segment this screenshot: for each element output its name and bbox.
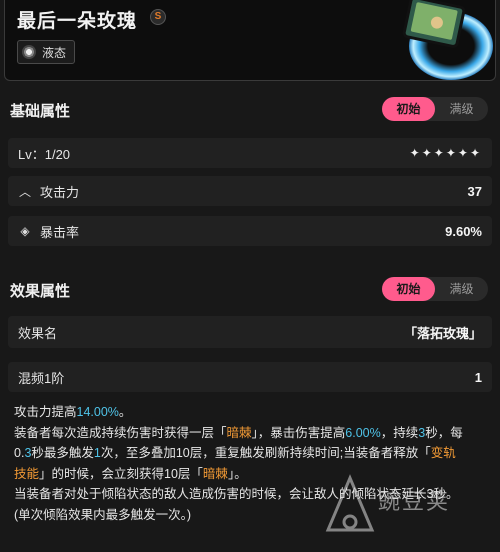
stat-label: 攻击力: [40, 184, 80, 200]
chevron-up-icon: ︿: [18, 184, 31, 199]
effect-attributes-title: 效果属性: [10, 283, 71, 300]
effect-level-toggle[interactable]: 初始 满级: [382, 277, 488, 301]
watermark-logo-icon: [325, 474, 375, 532]
rank-s-icon: S: [150, 9, 166, 25]
base-attributes-header: 基础属性 初始 满级: [0, 92, 500, 126]
effect-attributes-header: 效果属性 初始 满级: [0, 272, 500, 306]
effect-tier-value: 1: [474, 369, 482, 385]
effect-tier-label: 混频1阶: [18, 370, 65, 386]
crit-target-icon: ◈: [20, 224, 30, 238]
attribute-tag: 液态: [17, 40, 76, 64]
desc-line: 装备者每次造成持续伤害时获得一层「暗棘」，暴击伤害提高6.00%，持续3秒，每: [14, 425, 463, 440]
effect-name-row: 效果名 「落拓玫瑰」: [8, 316, 492, 348]
attribute-tag-label: 液态: [42, 45, 67, 60]
desc-line: 0.3秒最多触发1次，至多叠加10层，重复触发刷新持续时间;当装备者释放「变轨: [14, 446, 456, 460]
base-toggle-max[interactable]: 满级: [435, 97, 488, 121]
desc-line: 攻击力提高14.00%。: [14, 405, 132, 419]
stat-label: 暴击率: [40, 224, 80, 240]
watermark: 豌豆荚: [320, 470, 500, 552]
watermark-text: 豌豆荚: [378, 489, 451, 514]
base-toggle-initial[interactable]: 初始: [382, 97, 435, 121]
refine-stars: ✦✦✦✦✦✦: [409, 146, 482, 160]
item-header: 最后一朵玫瑰 S 液态: [4, 0, 496, 81]
liquid-attribute-icon: [22, 45, 36, 59]
level-row: Lv：1/20 ✦✦✦✦✦✦: [8, 138, 492, 168]
effect-toggle-max[interactable]: 满级: [435, 277, 488, 301]
effect-toggle-initial[interactable]: 初始: [382, 277, 435, 301]
level-label: Lv：1/20: [18, 146, 71, 162]
effect-name-value: 「落拓玫瑰」: [403, 325, 482, 341]
base-attributes-title: 基础属性: [10, 103, 71, 120]
effect-tier-row[interactable]: 混频1阶 1: [8, 362, 492, 392]
stat-row-attack: ︿ 攻击力 37: [8, 176, 492, 206]
item-art-image: [402, 0, 493, 80]
base-level-toggle[interactable]: 初始 满级: [382, 97, 488, 121]
effect-name-label: 效果名: [18, 325, 58, 341]
item-title: 最后一朵玫瑰: [17, 11, 138, 32]
stat-value: 9.60%: [445, 223, 482, 239]
stat-value: 37: [467, 183, 482, 199]
stat-row-crit: ◈ 暴击率 9.60%: [8, 216, 492, 246]
